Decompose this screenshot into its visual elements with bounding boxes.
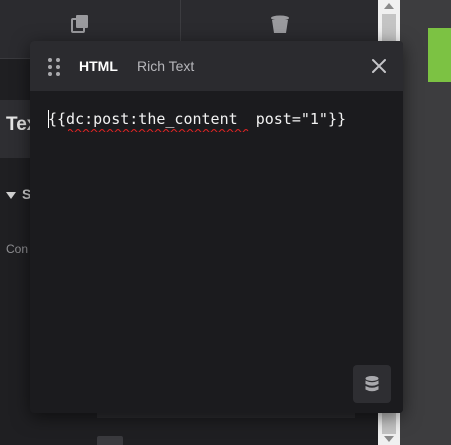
database-icon	[365, 376, 379, 392]
dynamic-data-button[interactable]	[353, 365, 391, 403]
spellcheck-underline	[68, 129, 249, 132]
duplicate-icon[interactable]	[68, 12, 92, 36]
scroll-up-icon[interactable]	[384, 3, 394, 9]
scroll-down-icon[interactable]	[384, 436, 394, 442]
page-preview	[400, 0, 451, 445]
text-caret	[48, 110, 49, 128]
screen: Tex S Con HTML Rich Text {{dc:post:the_c…	[0, 0, 451, 445]
panel-field-label: Con	[6, 242, 29, 256]
panel-section-header[interactable]: S	[6, 186, 31, 202]
modal-header: HTML Rich Text	[30, 41, 403, 91]
text-editor-modal: HTML Rich Text {{dc:post:the_content pos…	[30, 41, 403, 413]
preview-accent-block	[428, 28, 451, 82]
editor-content[interactable]: {{dc:post:the_content post="1"}}	[48, 109, 346, 129]
html-code-editor[interactable]: {{dc:post:the_content post="1"}}	[30, 91, 403, 413]
tab-html[interactable]: HTML	[79, 57, 118, 75]
trash-icon[interactable]	[268, 12, 292, 36]
tab-rich-text[interactable]: Rich Text	[137, 57, 194, 75]
panel-bottom-control[interactable]	[97, 436, 123, 445]
close-icon[interactable]	[369, 56, 389, 76]
caret-down-icon	[6, 191, 16, 199]
drag-handle-icon[interactable]	[48, 58, 62, 76]
